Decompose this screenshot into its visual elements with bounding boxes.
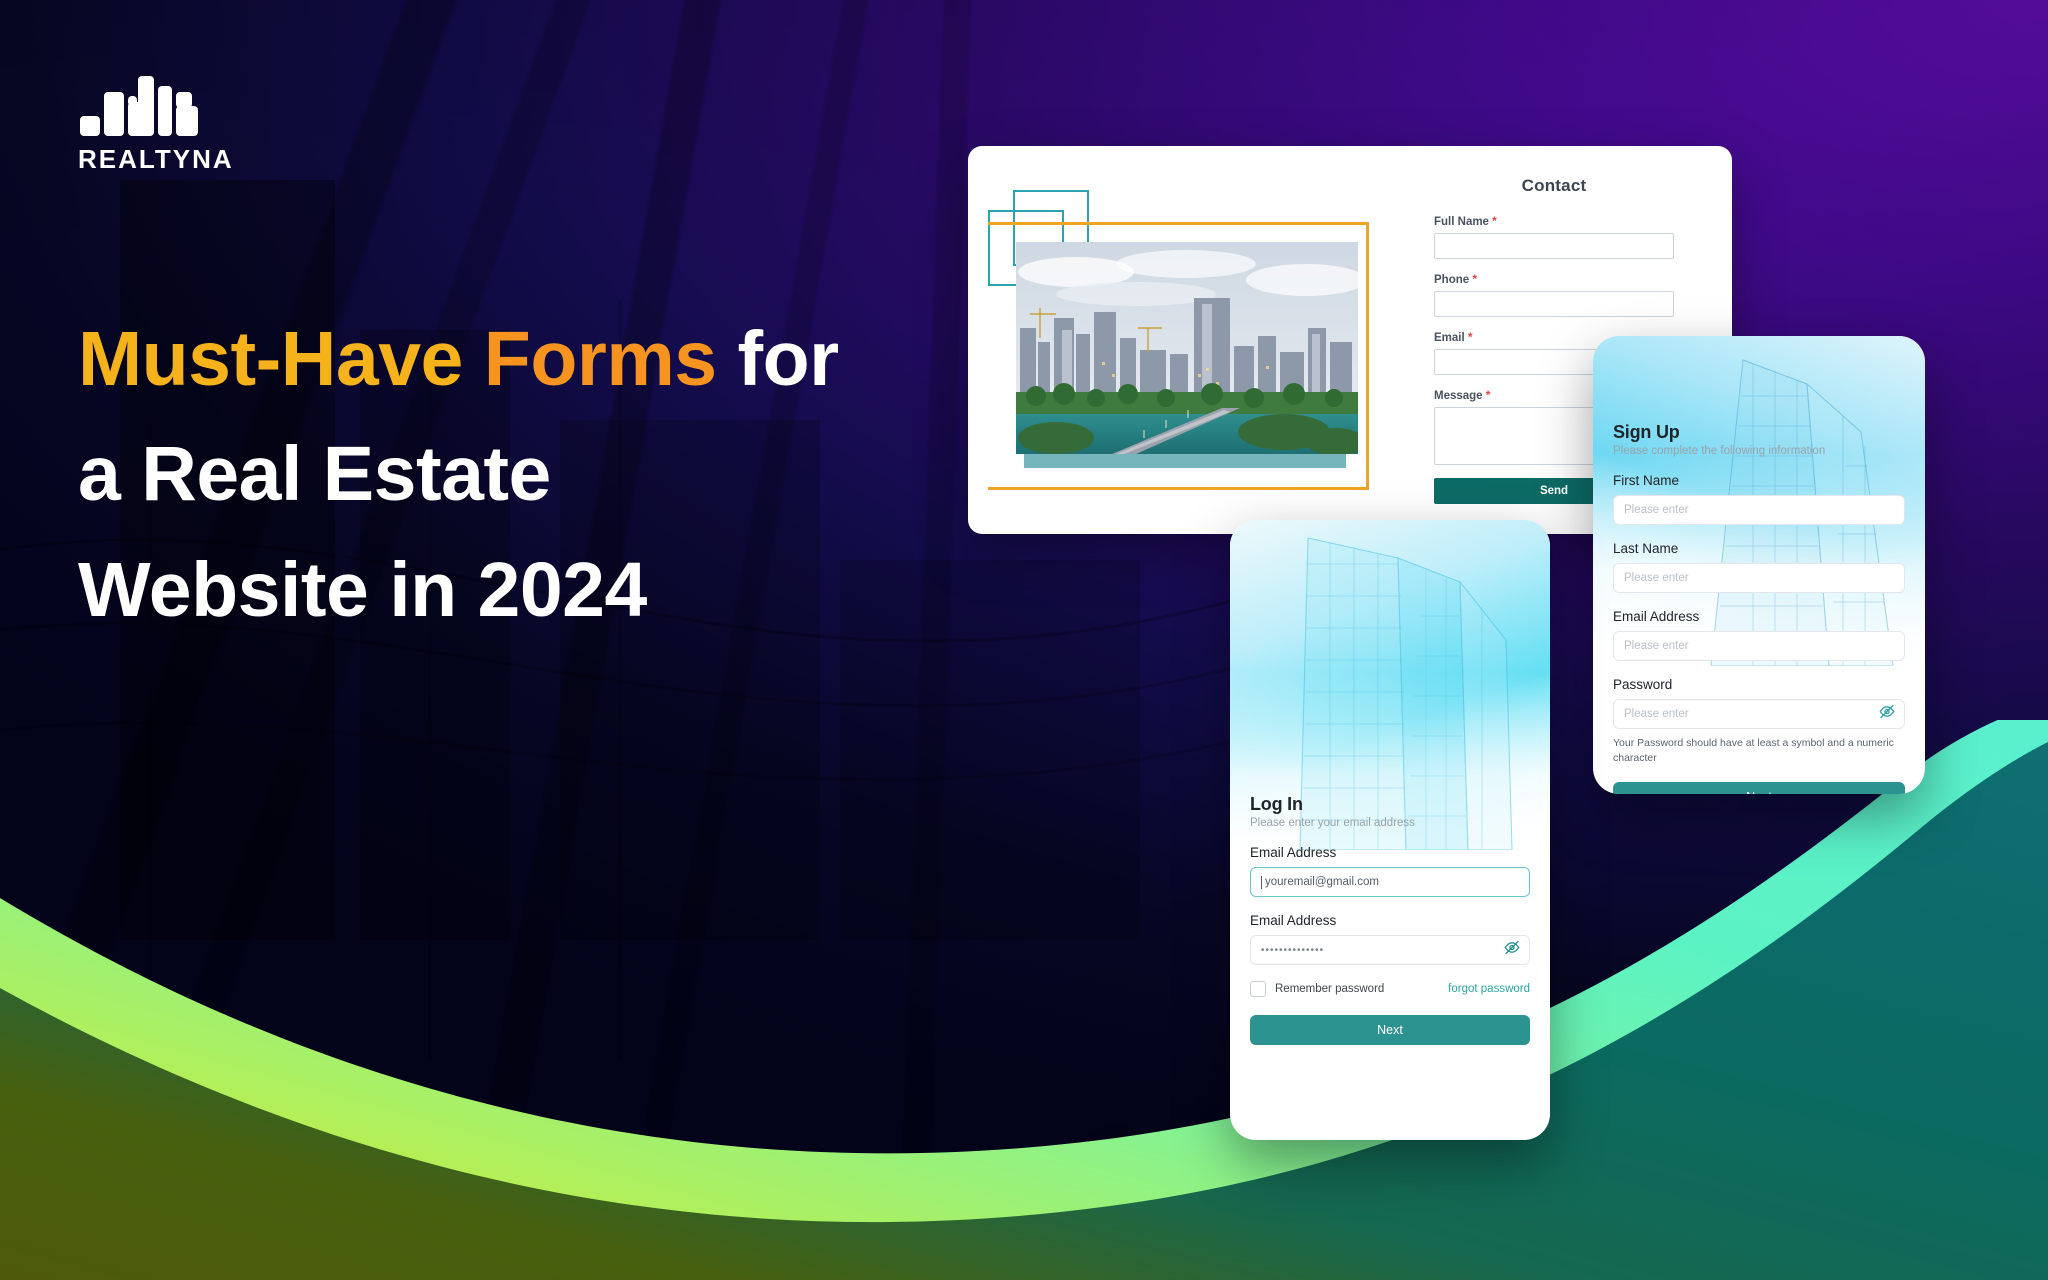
signup-label-first-name: First Name: [1613, 473, 1680, 488]
required-marker: *: [1467, 330, 1473, 344]
remember-password-checkbox[interactable]: [1250, 981, 1266, 997]
contact-title: Contact: [1521, 176, 1587, 195]
login-body: Log In Please enter your email address E…: [1230, 794, 1550, 1045]
decorative-orange-frame-top: [988, 222, 1068, 225]
login-email-value: youremail@gmail.com: [1265, 876, 1379, 888]
required-marker: *: [1492, 214, 1497, 228]
contact-label-phone: Phone *: [1434, 272, 1674, 286]
brand-logo[interactable]: REALTYNA: [78, 74, 248, 175]
contact-label-message-text: Message: [1434, 390, 1483, 402]
required-marker: *: [1472, 272, 1478, 286]
signup-title: Sign Up: [1613, 422, 1680, 442]
signup-placeholder-email: Please enter: [1624, 640, 1689, 652]
signup-body: Sign Up Please complete the following in…: [1593, 422, 1925, 794]
contact-label-phone-text: Phone: [1434, 274, 1470, 286]
login-password-value: ••••••••••••••: [1261, 944, 1325, 956]
required-marker: *: [1485, 388, 1491, 402]
city-skyline-photo: [1016, 242, 1358, 454]
login-input-email[interactable]: youremail@gmail.com: [1250, 867, 1530, 897]
login-label-email: Email Address: [1250, 845, 1337, 860]
contact-label-full-name: Full Name *: [1434, 214, 1674, 228]
login-subtitle: Please enter your email address: [1250, 817, 1415, 829]
login-next-button[interactable]: Next: [1250, 1015, 1530, 1045]
signup-password-hint: Your Password should have at least a sym…: [1613, 737, 1894, 765]
headline-part-2: Forms: [483, 315, 717, 402]
brand-name: REALTYNA: [78, 144, 234, 174]
login-label-password: Email Address: [1250, 913, 1337, 928]
text-caret: [1261, 875, 1262, 889]
decorative-wave: [0, 702, 2048, 1280]
contact-input-phone[interactable]: [1434, 291, 1674, 317]
contact-label-email-text: Email: [1434, 332, 1465, 344]
signup-input-last-name[interactable]: Please enter: [1613, 563, 1905, 593]
login-title: Log In: [1250, 794, 1303, 814]
signup-input-first-name[interactable]: Please enter: [1613, 495, 1905, 525]
bar-chart-buildings-icon: [80, 74, 198, 136]
signup-subtitle: Please complete the following informatio…: [1613, 445, 1826, 457]
signup-placeholder-last-name: Please enter: [1624, 572, 1689, 584]
signup-label-last-name: Last Name: [1613, 541, 1679, 556]
signup-label-password: Password: [1613, 677, 1673, 692]
signup-form-card: Sign Up Please complete the following in…: [1593, 336, 1925, 794]
eye-off-icon[interactable]: [1504, 940, 1520, 961]
signup-next-button[interactable]: Next: [1613, 782, 1905, 794]
signup-placeholder-password: Please enter: [1624, 708, 1689, 720]
headline-part-1: Must-Have: [78, 315, 463, 402]
login-options-row: Remember password forgot password: [1250, 981, 1530, 997]
remember-password-label: Remember password: [1275, 983, 1385, 995]
remember-password-control[interactable]: Remember password: [1250, 981, 1384, 997]
contact-label-full-name-text: Full Name: [1434, 216, 1489, 228]
signup-input-password[interactable]: Please enter: [1613, 699, 1905, 729]
poster-canvas: REALTYNA Must-Have Forms for a Real Esta…: [0, 0, 2048, 1280]
contact-input-full-name[interactable]: [1434, 233, 1674, 259]
signup-label-email: Email Address: [1613, 609, 1700, 624]
eye-off-icon[interactable]: [1879, 704, 1895, 725]
login-form-card: Log In Please enter your email address E…: [1230, 520, 1550, 1140]
login-input-password[interactable]: ••••••••••••••: [1250, 935, 1530, 965]
page-title: Must-Have Forms for a Real Estate Websit…: [78, 302, 848, 649]
forgot-password-link[interactable]: forgot password: [1448, 983, 1530, 995]
signup-input-email[interactable]: Please enter: [1613, 631, 1905, 661]
signup-placeholder-first-name: Please enter: [1624, 504, 1689, 516]
